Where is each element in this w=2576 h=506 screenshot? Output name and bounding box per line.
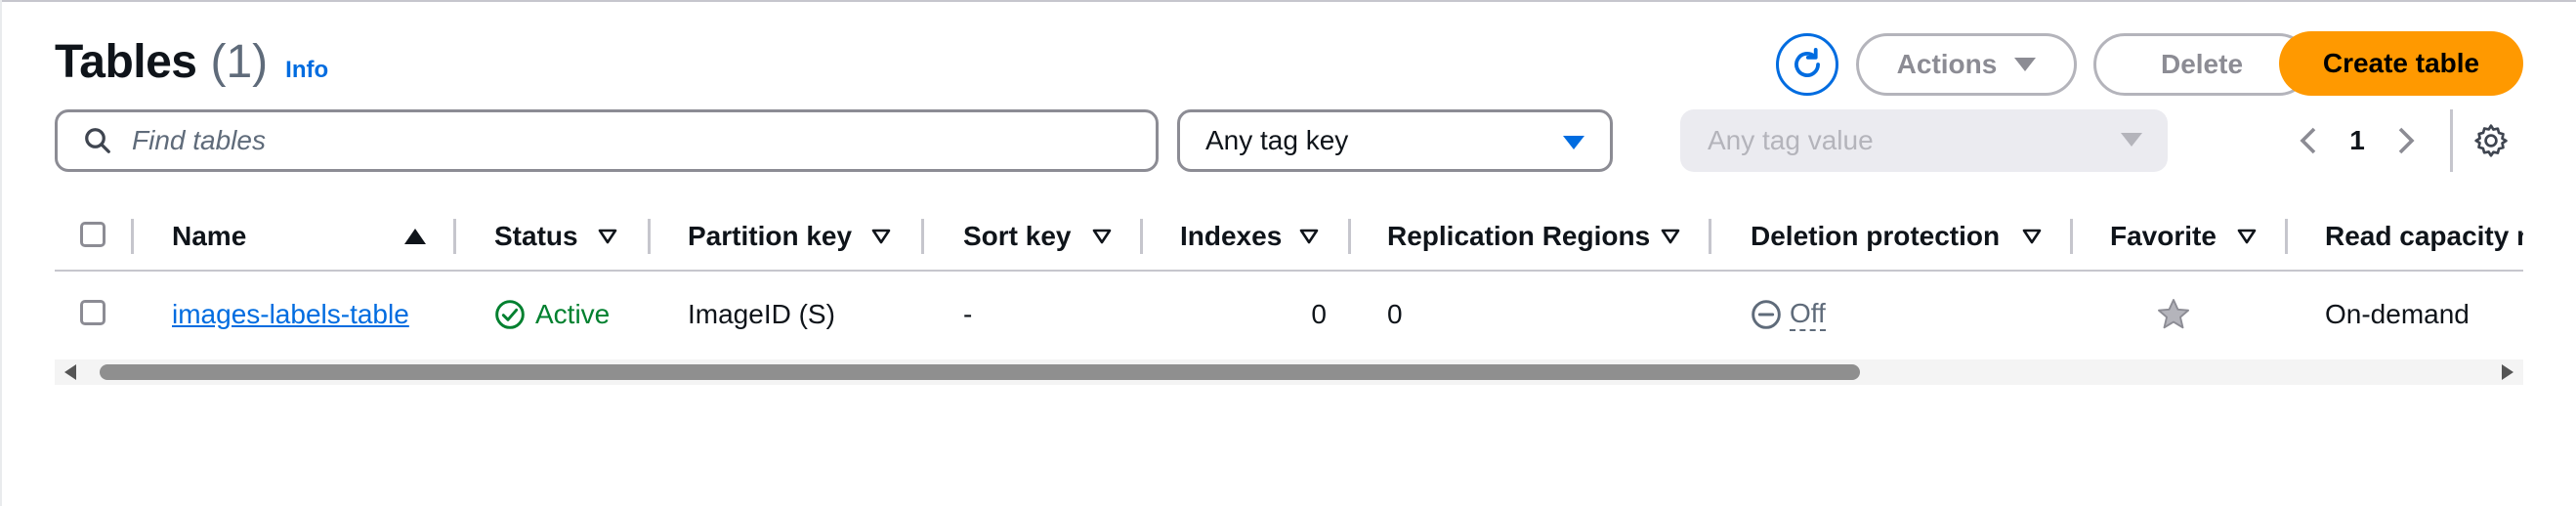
delete-button[interactable]: Delete (2093, 33, 2310, 96)
status-text: Active (535, 299, 611, 329)
minus-circle-icon (1752, 300, 1781, 329)
read-capacity-mode-cell: On-demand (2325, 299, 2470, 329)
column-header-favorite[interactable]: Favorite (2110, 203, 2217, 270)
column-divider (921, 219, 924, 254)
column-divider (1140, 219, 1143, 254)
row-checkbox[interactable] (80, 300, 106, 325)
column-divider (453, 219, 456, 254)
sort-icon (2237, 229, 2257, 244)
delete-label: Delete (2160, 49, 2244, 79)
horizontal-scrollbar[interactable] (55, 359, 2523, 385)
column-header-name[interactable]: Name (172, 203, 246, 270)
table-count: (1) (210, 36, 269, 88)
partition-key-cell: ImageID (S) (688, 299, 835, 329)
name-cell: images-labels-table (172, 281, 409, 348)
favorite-cell (2155, 281, 2192, 348)
column-header-sort-key[interactable]: Sort key (963, 203, 1072, 270)
column-header-indexes[interactable]: Indexes (1180, 203, 1282, 270)
current-page-number[interactable]: 1 (2323, 125, 2391, 156)
chevron-right-icon (2398, 127, 2415, 154)
actions-label: Actions (1896, 49, 1998, 79)
scroll-right-arrow-icon[interactable] (2502, 364, 2513, 380)
column-divider (1348, 219, 1351, 254)
info-link[interactable]: Info (285, 57, 328, 84)
chevron-left-icon (2300, 127, 2316, 154)
tables-table: Name Status Partition key Sort key Index… (55, 203, 2523, 383)
column-divider (2285, 219, 2288, 254)
tag-key-select[interactable]: Any tag key (1177, 109, 1613, 172)
table-row: images-labels-table Active ImageID (S) -… (55, 281, 2523, 348)
sort-ascending-icon (404, 229, 426, 244)
sort-icon (1092, 229, 1112, 244)
column-divider (131, 219, 134, 254)
window-left-border (0, 0, 8, 506)
table-name-link[interactable]: images-labels-table (172, 299, 409, 330)
gear-icon (2474, 124, 2508, 157)
column-header-partition-key[interactable]: Partition key (688, 203, 852, 270)
scrollbar-thumb[interactable] (100, 364, 1860, 380)
sort-key-cell: - (963, 299, 973, 329)
window-top-border (0, 0, 2576, 8)
column-divider (648, 219, 651, 254)
column-divider (1709, 219, 1711, 254)
scroll-left-arrow-icon[interactable] (64, 364, 76, 380)
column-header-replication-regions[interactable]: Replication Regions (1387, 203, 1650, 270)
column-header-read-capacity-mode[interactable]: Read capacity mode (2325, 203, 2523, 270)
refresh-icon (1795, 48, 1820, 77)
pagination: 1 (2294, 109, 2421, 172)
find-tables-search[interactable] (55, 109, 1159, 172)
search-icon (81, 124, 114, 157)
caret-down-icon (2121, 133, 2142, 147)
column-header-deletion-protection[interactable]: Deletion protection (1751, 203, 2000, 270)
actions-button[interactable]: Actions (1856, 33, 2077, 96)
replication-regions-cell: 0 (1387, 299, 1403, 329)
caret-down-icon (1563, 136, 1584, 149)
sort-icon (1299, 229, 1319, 244)
page-title: Tables (55, 36, 197, 88)
sort-icon (2022, 229, 2042, 244)
tag-value-select: Any tag value (1680, 109, 2168, 172)
pager-divider (2450, 109, 2453, 172)
create-table-button[interactable]: Create table (2279, 31, 2523, 96)
star-icon[interactable] (2155, 296, 2192, 333)
preferences-button[interactable] (2471, 121, 2511, 160)
deletion-protection-cell: Off (1751, 281, 1826, 348)
tag-value-placeholder: Any tag value (1708, 125, 1874, 155)
page-title-group: Tables (1) Info (55, 33, 328, 92)
check-circle-icon (495, 300, 525, 329)
deletion-protection-text[interactable]: Off (1790, 298, 1826, 331)
next-page-button[interactable] (2391, 121, 2421, 160)
status-cell: Active (494, 281, 610, 348)
refresh-button[interactable] (1776, 33, 1838, 96)
column-divider (2070, 219, 2073, 254)
column-header-status[interactable]: Status (494, 203, 578, 270)
select-all-checkbox[interactable] (80, 222, 106, 247)
table-header-row: Name Status Partition key Sort key Index… (55, 203, 2523, 272)
search-input[interactable] (130, 124, 1111, 157)
sort-icon (1661, 229, 1680, 244)
indexes-cell: 0 (1311, 299, 1327, 329)
caret-down-icon (2014, 58, 2037, 71)
sort-icon (871, 229, 891, 244)
previous-page-button[interactable] (2294, 121, 2323, 160)
sort-icon (598, 229, 617, 244)
create-table-label: Create table (2322, 48, 2480, 78)
tag-key-value: Any tag key (1205, 125, 1349, 155)
